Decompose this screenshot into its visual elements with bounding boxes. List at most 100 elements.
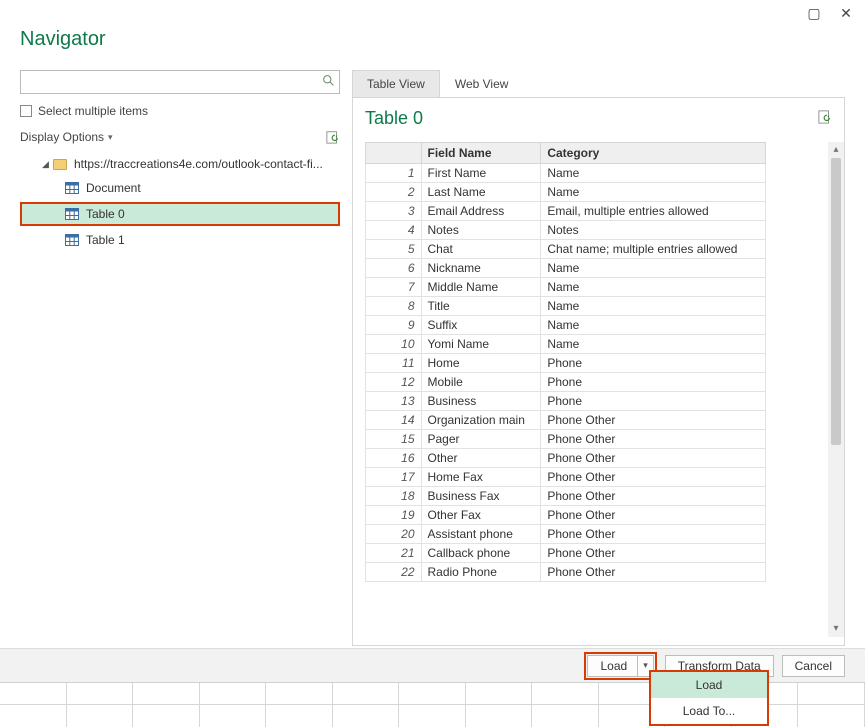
tree-item[interactable]: Table 0 xyxy=(20,202,340,226)
table-row[interactable]: 1First NameName xyxy=(366,164,766,183)
table-cell: Phone Other xyxy=(541,468,766,487)
table-cell: Other xyxy=(421,449,541,468)
display-options-dropdown[interactable]: Display Options ▾ xyxy=(20,130,113,144)
column-header[interactable]: Field Name xyxy=(421,143,541,164)
table-row[interactable]: 14Organization mainPhone Other xyxy=(366,411,766,430)
search-box[interactable] xyxy=(20,70,340,94)
table-cell: 20 xyxy=(366,525,422,544)
table-row[interactable]: 22Radio PhonePhone Other xyxy=(366,563,766,582)
table-row[interactable]: 7Middle NameName xyxy=(366,278,766,297)
table-cell: Name xyxy=(541,164,766,183)
column-header[interactable]: Category xyxy=(541,143,766,164)
table-cell: Phone Other xyxy=(541,449,766,468)
table-cell: 9 xyxy=(366,316,422,335)
table-row[interactable]: 10Yomi NameName xyxy=(366,335,766,354)
preview-panel: Table 0 Field NameCategory 1First NameNa… xyxy=(352,98,845,646)
table-cell: 19 xyxy=(366,506,422,525)
scroll-up-icon[interactable]: ▴ xyxy=(833,142,838,158)
tree-item[interactable]: Table 1 xyxy=(20,228,340,252)
navigator-window: ▢ ✕ Navigator Select multiple items Disp… xyxy=(0,0,865,728)
table-cell: 14 xyxy=(366,411,422,430)
table-cell: 4 xyxy=(366,221,422,240)
table-row[interactable]: 12MobilePhone xyxy=(366,373,766,392)
table-cell: 3 xyxy=(366,202,422,221)
folder-icon xyxy=(52,156,68,172)
table-row[interactable]: 16OtherPhone Other xyxy=(366,449,766,468)
column-header[interactable] xyxy=(366,143,422,164)
table-row[interactable]: 19Other FaxPhone Other xyxy=(366,506,766,525)
table-row[interactable]: 20Assistant phonePhone Other xyxy=(366,525,766,544)
load-button-highlight: Load ▾ xyxy=(584,652,656,680)
table-cell: Phone Other xyxy=(541,430,766,449)
table-row[interactable]: 2Last NameName xyxy=(366,183,766,202)
table-cell: Phone Other xyxy=(541,525,766,544)
page-title: Navigator xyxy=(20,28,106,51)
table-cell: Phone Other xyxy=(541,544,766,563)
table-cell: Business xyxy=(421,392,541,411)
scroll-thumb[interactable] xyxy=(831,158,841,445)
close-icon[interactable]: ✕ xyxy=(837,6,855,20)
table-cell: Chat name; multiple entries allowed xyxy=(541,240,766,259)
table-row[interactable]: 15PagerPhone Other xyxy=(366,430,766,449)
table-cell: Name xyxy=(541,335,766,354)
table-cell: 16 xyxy=(366,449,422,468)
table-row[interactable]: 18Business FaxPhone Other xyxy=(366,487,766,506)
table-row[interactable]: 21Callback phonePhone Other xyxy=(366,544,766,563)
data-table: Field NameCategory 1First NameName2Last … xyxy=(365,142,766,582)
table-cell: Phone Other xyxy=(541,563,766,582)
table-row[interactable]: 17Home FaxPhone Other xyxy=(366,468,766,487)
preview-tabs: Table View Web View xyxy=(352,70,845,98)
table-row[interactable]: 11HomePhone xyxy=(366,354,766,373)
table-cell: 5 xyxy=(366,240,422,259)
table-cell: Chat xyxy=(421,240,541,259)
table-cell: Mobile xyxy=(421,373,541,392)
search-icon[interactable] xyxy=(317,74,339,90)
preview-title: Table 0 xyxy=(365,108,423,129)
tree-item-label: Document xyxy=(86,181,141,195)
table-row[interactable]: 6NicknameName xyxy=(366,259,766,278)
table-cell: Callback phone xyxy=(421,544,541,563)
table-cell: Title xyxy=(421,297,541,316)
table-row[interactable]: 13BusinessPhone xyxy=(366,392,766,411)
menu-item-load[interactable]: Load xyxy=(651,672,767,698)
table-cell: Email, multiple entries allowed xyxy=(541,202,766,221)
table-cell: Last Name xyxy=(421,183,541,202)
tree-url-label: https://traccreations4e.com/outlook-cont… xyxy=(74,157,323,171)
tree-source-url[interactable]: ◢ https://traccreations4e.com/outlook-co… xyxy=(20,152,340,176)
search-input[interactable] xyxy=(21,71,317,93)
load-button-label: Load xyxy=(600,659,637,673)
select-multiple-label: Select multiple items xyxy=(38,104,148,118)
refresh-preview-icon[interactable] xyxy=(818,109,832,128)
table-row[interactable]: 8TitleName xyxy=(366,297,766,316)
scroll-track[interactable] xyxy=(828,158,844,621)
table-cell: Middle Name xyxy=(421,278,541,297)
tree-item-label: Table 1 xyxy=(86,233,125,247)
table-cell: Suffix xyxy=(421,316,541,335)
table-cell: 1 xyxy=(366,164,422,183)
cancel-button[interactable]: Cancel xyxy=(782,655,845,677)
vertical-scrollbar[interactable]: ▴ ▾ xyxy=(828,142,844,637)
maximize-icon[interactable]: ▢ xyxy=(805,6,823,20)
table-cell: Notes xyxy=(421,221,541,240)
table-cell: Name xyxy=(541,259,766,278)
tree-item[interactable]: Document xyxy=(20,176,340,200)
tab-web-view[interactable]: Web View xyxy=(440,70,524,97)
table-cell: First Name xyxy=(421,164,541,183)
table-cell: 10 xyxy=(366,335,422,354)
table-row[interactable]: 5ChatChat name; multiple entries allowed xyxy=(366,240,766,259)
data-scroll-area: Field NameCategory 1First NameName2Last … xyxy=(365,142,844,637)
table-row[interactable]: 9SuffixName xyxy=(366,316,766,335)
scroll-down-icon[interactable]: ▾ xyxy=(833,621,838,637)
table-cell: Assistant phone xyxy=(421,525,541,544)
menu-item-load-to[interactable]: Load To... xyxy=(651,698,767,724)
table-cell: Phone xyxy=(541,392,766,411)
select-multiple-checkbox[interactable]: Select multiple items xyxy=(20,104,340,118)
table-cell: 22 xyxy=(366,563,422,582)
table-cell: Email Address xyxy=(421,202,541,221)
refresh-icon[interactable] xyxy=(326,130,340,144)
collapse-icon[interactable]: ◢ xyxy=(42,159,52,170)
table-row[interactable]: 4NotesNotes xyxy=(366,221,766,240)
table-row[interactable]: 3Email AddressEmail, multiple entries al… xyxy=(366,202,766,221)
load-button[interactable]: Load ▾ xyxy=(587,655,653,677)
tab-table-view[interactable]: Table View xyxy=(352,70,440,97)
